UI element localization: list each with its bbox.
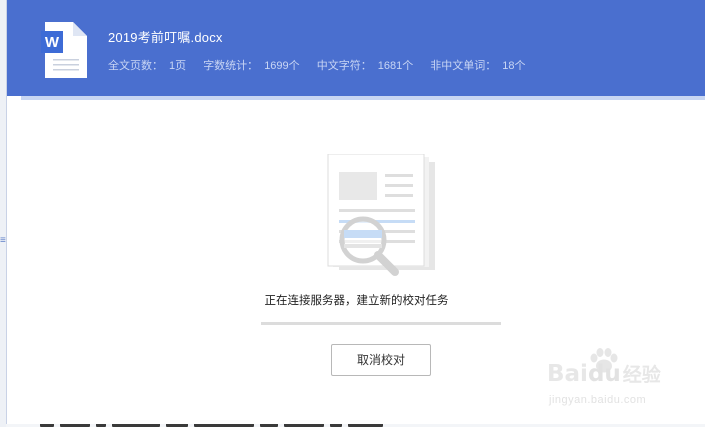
dialog-header: W 2019考前叮嘱.docx 全文页数： 1页 字数统计： 1699个 中文字符：…	[7, 0, 705, 96]
header-accent-strip	[21, 96, 705, 100]
watermark-brand: Baidu 经验	[547, 360, 661, 387]
page: ≡ W 2019考前叮嘱.docx 全文页数： 1页 字数统计： 1699个 中文字…	[0, 0, 705, 427]
proofread-dialog: W 2019考前叮嘱.docx 全文页数： 1页 字数统计： 1699个 中文字符：…	[6, 0, 705, 424]
stat-value: 1页	[169, 60, 187, 72]
watermark-brand-tail: du	[587, 361, 621, 387]
document-magnifier-icon	[327, 154, 435, 276]
stat-label: 全文页数：	[108, 60, 163, 72]
file-name: 2019考前叮嘱.docx	[108, 30, 223, 45]
stat-value: 18个	[502, 60, 526, 72]
page-count-stat: 全文页数： 1页	[108, 60, 192, 72]
file-stats: 全文页数： 1页 字数统计： 1699个 中文字符： 1681个 非中文单词： 18个	[108, 57, 538, 73]
watermark-brand-head: Bai	[547, 361, 588, 387]
stat-value: 1699个	[264, 60, 300, 72]
non-chinese-word-stat: 非中文单词： 18个	[430, 60, 531, 72]
wps-word-document-icon: W	[41, 22, 87, 78]
stat-label: 非中文单词：	[430, 60, 497, 72]
word-count-stat: 字数统计： 1699个	[203, 60, 305, 72]
stat-label: 中文字符：	[316, 60, 372, 72]
status-message: 正在连接服务器，建立新的校对任务	[264, 295, 449, 307]
chinese-char-stat: 中文字符： 1681个	[317, 60, 419, 72]
watermark-url: jingyan.baidu.com	[549, 394, 647, 406]
progress-bar	[261, 322, 501, 325]
cancel-proofread-button[interactable]: 取消校对	[331, 344, 431, 376]
svg-text:W: W	[45, 34, 60, 51]
watermark-brand-cn: 经验	[622, 364, 661, 386]
stat-value: 1681个	[377, 60, 414, 72]
stat-label: 字数统计：	[203, 60, 259, 72]
baidu-jingyan-watermark: Baidu 经验 jingyan.baidu.com	[545, 348, 685, 412]
